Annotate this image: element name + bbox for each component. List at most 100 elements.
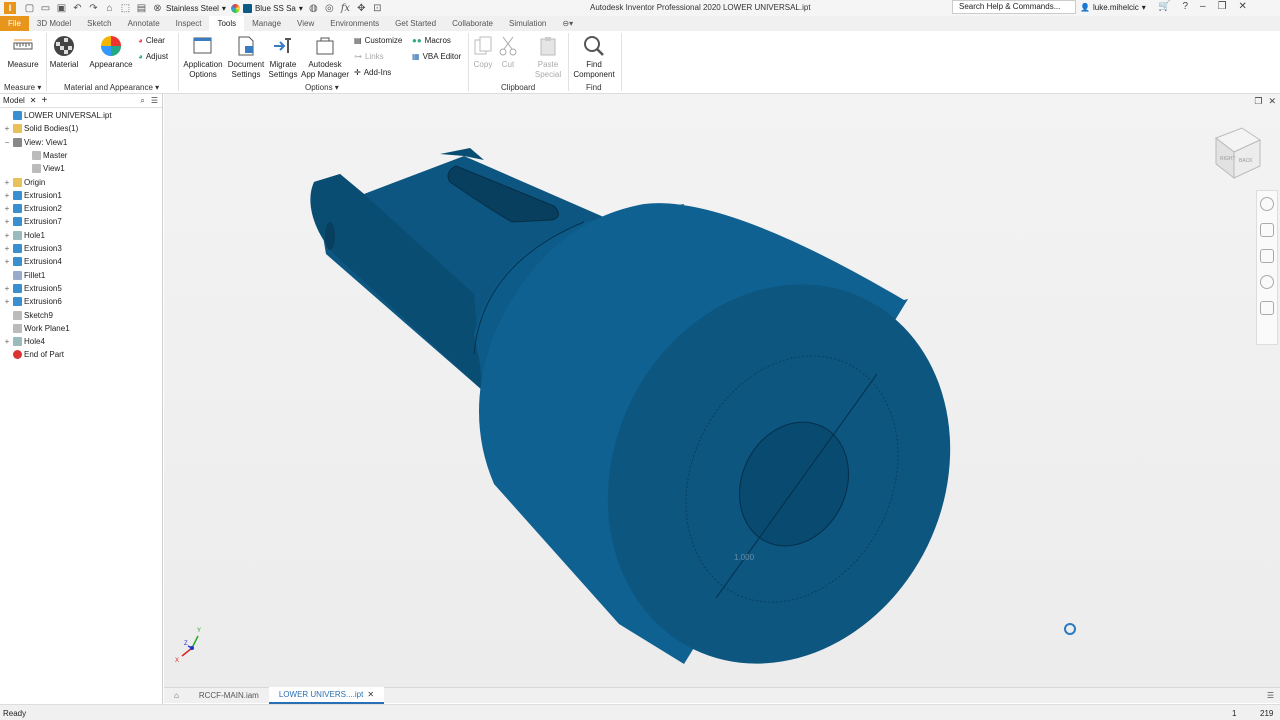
open-icon[interactable]: ▭ — [40, 3, 51, 14]
steering-wheel-icon[interactable] — [1260, 197, 1274, 211]
expander-icon[interactable]: + — [3, 297, 11, 306]
undo-icon[interactable]: ↶ — [72, 3, 83, 14]
orbit-icon[interactable] — [1260, 275, 1274, 289]
tab-3d-model[interactable]: 3D Model — [29, 16, 79, 31]
vba-editor-button[interactable]: ▦ VBA Editor — [412, 52, 461, 61]
part-model[interactable]: 1.000 RIGHT BACK Y X Z — [164, 94, 1280, 687]
tree-item[interactable]: Sketch9 — [3, 310, 53, 320]
tab-inspect[interactable]: Inspect — [168, 16, 210, 31]
tab-annotate[interactable]: Annotate — [120, 16, 168, 31]
close-icon[interactable]: ✕ — [367, 687, 374, 702]
view-cube[interactable]: RIGHT BACK — [1214, 127, 1262, 180]
update-icon[interactable]: ▤ — [136, 3, 147, 14]
zoom-icon[interactable] — [1260, 249, 1274, 263]
links-button[interactable]: ⊶ Links — [354, 52, 384, 61]
app-manager-button[interactable]: Autodesk App Manager — [300, 35, 350, 80]
tree-item[interactable]: View1 — [22, 164, 65, 174]
tab-list-icon[interactable]: ☰ — [1267, 691, 1274, 700]
adjust-button[interactable]: ◕ Adjust — [138, 52, 168, 61]
tab-collaborate[interactable]: Collaborate — [444, 16, 501, 31]
expander-icon[interactable]: + — [3, 191, 11, 200]
expander-icon[interactable]: + — [3, 178, 11, 187]
expander-icon[interactable]: + — [3, 217, 11, 226]
tree-item[interactable]: End of Part — [3, 350, 64, 360]
graphics-viewport[interactable]: ❐ ✕ 1.000 RIGHT BACK Y X Z — [164, 94, 1280, 687]
appearance-combo[interactable]: Blue SS Sa ▾ — [230, 3, 303, 13]
find-component-button[interactable]: Find Component — [571, 35, 617, 80]
redo-icon[interactable]: ↷ — [88, 3, 99, 14]
expander-icon[interactable]: + — [3, 124, 11, 133]
fx-icon[interactable]: fx — [340, 3, 351, 14]
dimension-text[interactable]: 1.000 — [734, 553, 755, 562]
doc-tab-rccf-main[interactable]: RCCF-MAIN.iam — [189, 688, 269, 703]
tree-item[interactable]: + Hole4 — [3, 337, 45, 347]
expander-icon[interactable]: + — [3, 231, 11, 240]
tree-item[interactable]: + Origin — [3, 177, 45, 187]
save-icon[interactable]: ▣ — [56, 3, 67, 14]
expander-icon[interactable]: + — [3, 284, 11, 293]
tree-item[interactable]: + Extrusion4 — [3, 257, 62, 267]
copy-button[interactable]: Copy — [471, 35, 495, 70]
tab-environments[interactable]: Environments — [322, 16, 387, 31]
tree-item[interactable]: Fillet1 — [3, 270, 45, 280]
user-menu[interactable]: 👤 luke.mihelcic ▾ — [1080, 3, 1146, 12]
tree-item[interactable]: + Hole1 — [3, 230, 45, 240]
home-tab[interactable]: ⌂ — [164, 688, 189, 703]
clear-icon[interactable]: ◍ — [308, 3, 319, 14]
tab-tools[interactable]: Tools — [209, 16, 245, 31]
tab-get-started[interactable]: Get Started — [387, 16, 444, 31]
material-button[interactable]: Material — [48, 35, 80, 70]
expander-icon[interactable]: + — [3, 337, 11, 346]
tab-simulation[interactable]: Simulation — [501, 16, 554, 31]
cut-button[interactable]: Cut — [496, 35, 520, 70]
expander-icon[interactable]: − — [3, 138, 11, 147]
clear-button[interactable]: ◕ Clear — [138, 36, 165, 45]
tree-item[interactable]: + Extrusion1 — [3, 190, 62, 200]
select-icon[interactable]: ⬚ — [120, 3, 131, 14]
browser-title[interactable]: Model — [3, 96, 25, 105]
measure-button[interactable]: Measure — [6, 35, 40, 70]
panel-material-appearance-label[interactable]: Material and Appearance ▾ — [64, 83, 159, 92]
add-ins-button[interactable]: ✛ Add-Ins — [354, 68, 391, 77]
add-tab-icon[interactable]: + — [42, 95, 48, 106]
new-icon[interactable]: ▢ — [24, 3, 35, 14]
tree-item[interactable]: Work Plane1 — [3, 323, 70, 333]
tree-item[interactable]: LOWER UNIVERSAL.ipt — [3, 111, 112, 120]
expander-icon[interactable]: + — [3, 204, 11, 213]
material-combo[interactable]: ⊗ Stainless Steel ▾ — [152, 3, 226, 14]
application-options-button[interactable]: Application Options — [181, 35, 225, 80]
expander-icon[interactable]: + — [3, 257, 11, 266]
customize-button[interactable]: ▤ Customize — [354, 36, 402, 45]
tree-item[interactable]: + Extrusion6 — [3, 297, 62, 307]
tree-item[interactable]: + Extrusion7 — [3, 217, 62, 227]
tree-item[interactable]: + Extrusion2 — [3, 204, 62, 214]
minimize-icon[interactable]: – — [1200, 1, 1206, 12]
document-settings-button[interactable]: Document Settings — [226, 35, 266, 80]
migrate-settings-button[interactable]: Migrate Settings — [267, 35, 299, 80]
close-icon[interactable]: ✕ — [30, 96, 37, 105]
home-icon[interactable]: ⌂ — [104, 3, 115, 14]
menu-icon[interactable]: ☰ — [151, 96, 158, 106]
appearance-button[interactable]: Appearance — [88, 35, 134, 70]
tab-view[interactable]: View — [289, 16, 322, 31]
search-input[interactable]: Search Help & Commands... — [952, 0, 1076, 14]
tree-item[interactable]: − View: View1 — [3, 137, 67, 147]
pan-icon[interactable] — [1260, 223, 1274, 237]
tree-item[interactable]: Master — [22, 150, 67, 160]
capture-icon[interactable]: ⊡ — [372, 3, 383, 14]
tree-item[interactable]: + Extrusion5 — [3, 283, 62, 293]
doc-tab-lower-universal[interactable]: LOWER UNIVERS....ipt ✕ — [268, 687, 385, 704]
tab-manage[interactable]: Manage — [244, 16, 289, 31]
tab-extra-menu[interactable]: ⊖▾ — [554, 16, 581, 31]
paste-special-button[interactable]: Paste Special — [532, 35, 564, 80]
tab-file[interactable]: File — [0, 16, 29, 31]
panel-options-label[interactable]: Options ▾ — [305, 83, 339, 92]
close-icon[interactable]: ✕ — [1239, 1, 1247, 12]
macros-button[interactable]: ●● Macros — [412, 36, 451, 45]
tab-sketch[interactable]: Sketch — [79, 16, 119, 31]
cart-icon[interactable]: 🛒 — [1158, 1, 1170, 12]
panel-measure-label[interactable]: Measure ▾ — [4, 83, 41, 92]
look-at-icon[interactable] — [1260, 301, 1274, 315]
move-icon[interactable]: ✥ — [356, 3, 367, 14]
expander-icon[interactable]: + — [3, 244, 11, 253]
